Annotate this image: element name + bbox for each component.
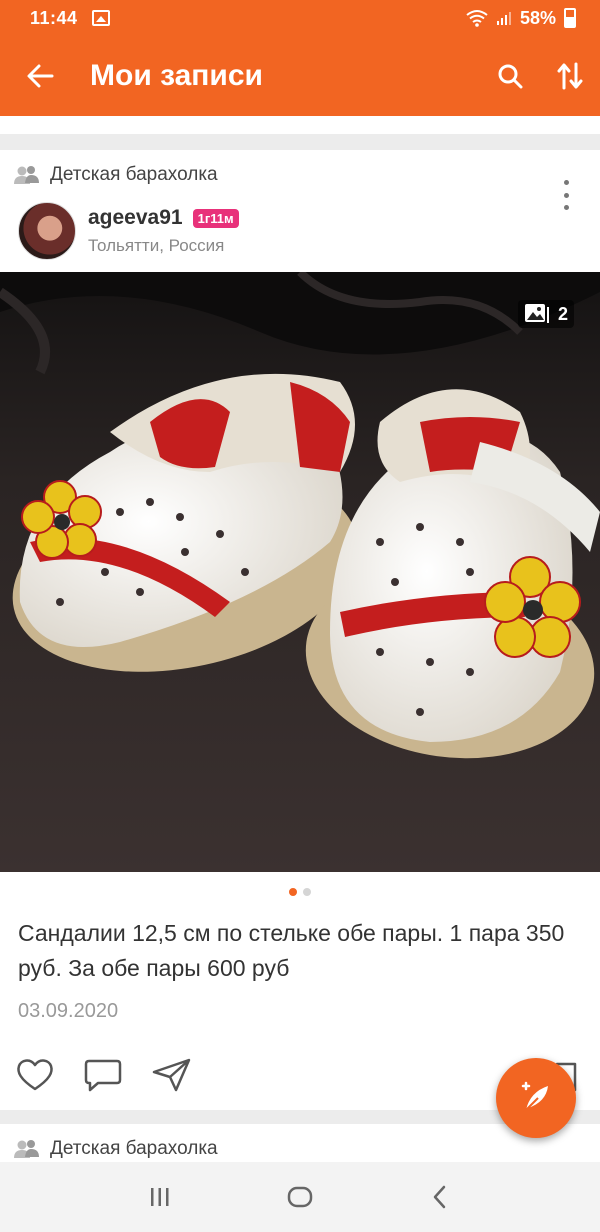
author-info: ageeva91 1г11м Тольятти, Россия <box>88 206 239 256</box>
battery-percent: 58% <box>519 7 556 28</box>
feather-pen-icon <box>521 1081 548 1113</box>
create-post-button[interactable] <box>496 1058 576 1138</box>
back-button[interactable] <box>0 36 80 116</box>
next-post-group-name: Детская барахолка <box>50 1138 218 1159</box>
sort-arrows-icon <box>557 62 583 90</box>
search-icon <box>498 64 523 89</box>
sort-button[interactable] <box>540 36 600 116</box>
home-button[interactable] <box>270 1167 330 1227</box>
search-button[interactable] <box>480 36 540 116</box>
post-author[interactable]: ageeva91 1г11м Тольятти, Россия <box>18 202 239 260</box>
feed[interactable]: Детская барахолка ageeva91 1г11м Тольятт… <box>0 116 600 1162</box>
system-back-button[interactable] <box>410 1167 470 1227</box>
membership-badge: 1г11м <box>192 208 239 228</box>
group-icon <box>14 166 39 184</box>
share-icon[interactable] <box>152 1058 192 1092</box>
author-name[interactable]: ageeva91 <box>88 206 183 230</box>
post-actions <box>16 1058 192 1092</box>
app-bar-actions <box>480 36 600 116</box>
pager-dot-active[interactable] <box>289 888 297 896</box>
gallery-notification-icon <box>91 10 110 26</box>
sandals-photo <box>0 272 600 872</box>
post-date: 03.09.2020 <box>18 1000 119 1022</box>
gallery-icon <box>524 304 549 323</box>
page-title: Мои записи <box>90 59 263 92</box>
avatar[interactable] <box>18 202 76 260</box>
chevron-left-icon <box>433 1185 446 1209</box>
status-bar: 11:44 58% <box>0 0 600 36</box>
more-dot <box>563 180 569 185</box>
photo-count: 2 <box>557 303 568 324</box>
author-name-row: ageeva91 1г11м <box>88 206 239 230</box>
post-group[interactable]: Детская барахолка <box>14 164 218 186</box>
pager-dot[interactable] <box>303 888 311 896</box>
battery-icon <box>564 8 576 28</box>
recent-apps-icon <box>151 1188 169 1206</box>
next-post-group[interactable]: Детская барахолка <box>14 1138 218 1160</box>
status-time: 11:44 <box>30 7 78 28</box>
recent-apps-button[interactable] <box>130 1167 190 1227</box>
author-location: Тольятти, Россия <box>88 236 225 255</box>
comment-icon[interactable] <box>84 1058 122 1092</box>
home-icon <box>287 1186 313 1208</box>
app-bar: Мои записи <box>0 36 600 116</box>
signal-icon <box>496 12 511 25</box>
group-icon <box>14 1140 39 1158</box>
post-text: Сандалии 12,5 см по стельке обе пары. 1 … <box>18 920 565 981</box>
more-dot <box>563 205 569 210</box>
next-post-card: Детская барахолка <box>0 1124 600 1162</box>
post-card: Детская барахолка ageeva91 1г11м Тольятт… <box>0 150 600 1110</box>
system-nav-bar <box>0 1162 600 1232</box>
more-options-button[interactable] <box>556 180 576 210</box>
wifi-icon <box>466 10 488 27</box>
arrow-back-icon <box>27 64 54 88</box>
status-right: 58% <box>466 8 576 29</box>
like-icon[interactable] <box>16 1058 54 1092</box>
previous-post-edge <box>0 116 600 134</box>
post-group-name: Детская барахолка <box>50 164 218 185</box>
more-dot <box>563 192 569 198</box>
photo-pager <box>0 888 600 896</box>
photo-count-badge: 2 <box>517 300 574 328</box>
post-photo[interactable]: 2 <box>0 272 600 872</box>
